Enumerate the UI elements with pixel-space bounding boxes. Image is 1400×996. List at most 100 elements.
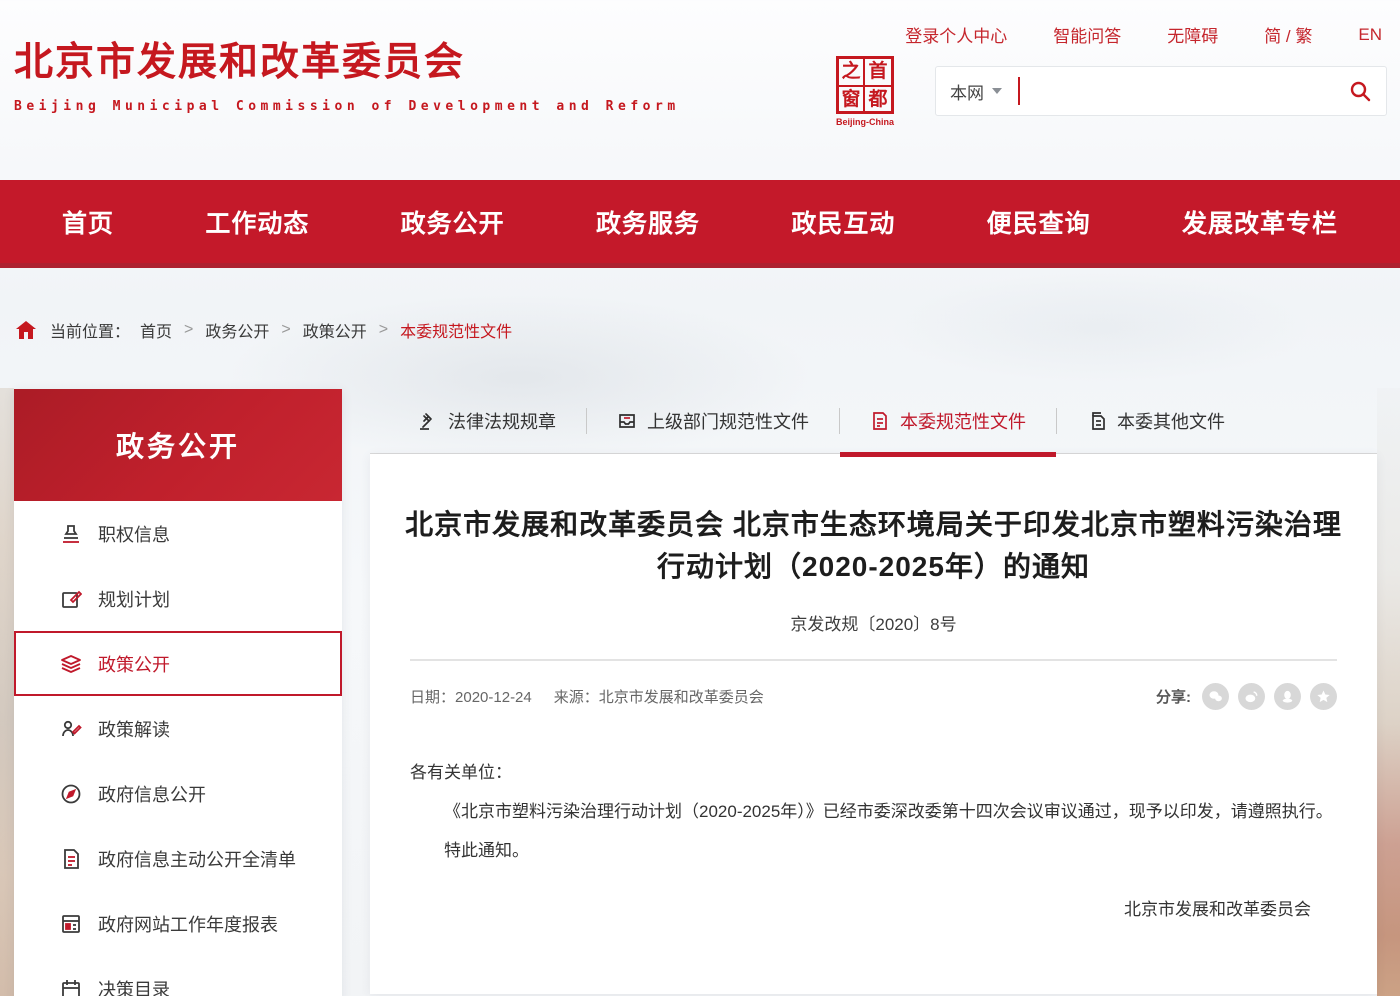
share-qzone-button[interactable] <box>1310 683 1337 710</box>
accessibility-link[interactable]: 无障碍 <box>1167 22 1218 47</box>
share-weibo-button[interactable] <box>1238 683 1265 710</box>
search-bar: 本网 <box>935 66 1387 116</box>
source-field: 来源：北京市发展和改革委员会 <box>554 686 764 707</box>
tab-label: 本委其他文件 <box>1117 408 1225 434</box>
search-button[interactable] <box>1348 79 1372 103</box>
person-edit-icon <box>60 718 82 740</box>
document-type-tabs: 法律法规规章 上级部门规范性文件 本委规范性文件 本 <box>370 389 1377 454</box>
divider <box>410 659 1337 661</box>
report-icon <box>60 913 82 935</box>
breadcrumb-current[interactable]: 本委规范性文件 <box>400 318 512 342</box>
inbox-icon <box>617 411 637 431</box>
tab-label: 上级部门规范性文件 <box>647 408 809 434</box>
tab-commission-normative-docs[interactable]: 本委规范性文件 <box>840 389 1056 454</box>
nav-item-gov-disclosure[interactable]: 政务公开 <box>401 204 505 240</box>
search-scope-label: 本网 <box>950 79 984 104</box>
search-icon <box>1348 79 1372 103</box>
sidebar-item-website-annual-report[interactable]: 政府网站工作年度报表 <box>14 891 342 956</box>
seal-char: 之 <box>839 59 865 87</box>
english-link[interactable]: EN <box>1358 25 1382 45</box>
share-wechat-button[interactable] <box>1202 683 1229 710</box>
sidebar: 政务公开 职权信息 规划计划 政策公开 政策解读 <box>14 389 342 996</box>
nav-item-gov-services[interactable]: 政务服务 <box>596 204 700 240</box>
document-icon <box>60 848 82 870</box>
source-label: 来源： <box>554 689 599 706</box>
source-value: 北京市发展和改革委员会 <box>599 689 764 706</box>
simplified-traditional-toggle[interactable]: 简 / 繁 <box>1264 22 1312 47</box>
search-scope-dropdown[interactable]: 本网 <box>950 79 1002 104</box>
search-divider <box>1018 77 1020 105</box>
sidebar-item-policy-interpretation[interactable]: 政策解读 <box>14 696 342 761</box>
salutation: 各有关单位： <box>410 756 1337 791</box>
weibo-icon <box>1244 689 1259 704</box>
sidebar-item-label: 政府信息主动公开全清单 <box>98 846 296 872</box>
seal-caption: Beijing-China <box>833 117 897 127</box>
qq-icon <box>1280 689 1295 704</box>
sidebar-item-label: 政策解读 <box>98 716 170 742</box>
sidebar-item-decision-catalog[interactable]: 决策目录 <box>14 956 342 996</box>
sidebar-item-label: 政策公开 <box>98 651 170 677</box>
edit-icon <box>60 588 82 610</box>
compass-icon <box>60 783 82 805</box>
chevron-down-icon <box>992 88 1002 94</box>
breadcrumb-separator: > <box>379 321 388 339</box>
closing-paragraph: 特此通知。 <box>410 834 1337 869</box>
search-input[interactable] <box>1034 67 1348 115</box>
tab-label: 法律法规规章 <box>448 408 556 434</box>
article-meta-row: 日期：2020-12-24 来源：北京市发展和改革委员会 分享: <box>410 683 1337 710</box>
tab-laws-regulations[interactable]: 法律法规规章 <box>388 389 586 454</box>
nav-item-convenient-query[interactable]: 便民查询 <box>987 204 1091 240</box>
breadcrumb-home[interactable]: 首页 <box>140 318 172 342</box>
share-qq-button[interactable] <box>1274 683 1301 710</box>
sidebar-item-label: 规划计划 <box>98 586 170 612</box>
nav-item-work-news[interactable]: 工作动态 <box>205 204 309 240</box>
date-field: 日期：2020-12-24 <box>410 686 532 707</box>
sidebar-item-policy-disclosure[interactable]: 政策公开 <box>14 631 342 696</box>
sidebar-item-planning[interactable]: 规划计划 <box>14 566 342 631</box>
utility-links: 登录个人中心 智能问答 无障碍 简 / 繁 EN <box>905 22 1382 47</box>
date-value: 2020-12-24 <box>455 689 532 706</box>
breadcrumb-gov-disclosure[interactable]: 政务公开 <box>205 318 269 342</box>
calendar-icon <box>60 978 82 996</box>
nav-item-interaction[interactable]: 政民互动 <box>791 204 895 240</box>
stamp-icon <box>60 523 82 545</box>
breadcrumb-label: 当前位置： <box>50 318 130 342</box>
site-header: 北京市发展和改革委员会 Beijing Municipal Commission… <box>0 0 1400 180</box>
breadcrumb-policy-disclosure[interactable]: 政策公开 <box>303 318 367 342</box>
seal-char: 都 <box>865 87 891 113</box>
sidebar-item-gov-info-disclosure[interactable]: 政府信息公开 <box>14 761 342 826</box>
main-column: 法律法规规章 上级部门规范性文件 本委规范性文件 本 <box>370 389 1377 994</box>
sidebar-item-authority-info[interactable]: 职权信息 <box>14 501 342 566</box>
capital-window-seal-logo[interactable]: 之 首 窗 都 Beijing-China <box>833 56 897 127</box>
share-bar: 分享: <box>1156 683 1337 710</box>
layers-icon <box>60 653 82 675</box>
sidebar-item-label: 政府信息公开 <box>98 781 206 807</box>
site-logo[interactable]: 北京市发展和改革委员会 Beijing Municipal Commission… <box>14 42 680 114</box>
main-nav: 首页 工作动态 政务公开 政务服务 政民互动 便民查询 发展改革专栏 <box>0 180 1400 268</box>
share-label: 分享: <box>1156 686 1191 707</box>
nav-item-home[interactable]: 首页 <box>62 204 114 240</box>
signature: 北京市发展和改革委员会 <box>400 895 1311 920</box>
qzone-icon <box>1316 689 1331 704</box>
nav-item-reform-column[interactable]: 发展改革专栏 <box>1182 204 1338 240</box>
sidebar-title: 政务公开 <box>14 389 342 501</box>
tab-commission-other-docs[interactable]: 本委其他文件 <box>1057 389 1255 454</box>
article-title: 北京市发展和改革委员会 北京市生态环境局关于印发北京市塑料污染治理行动计划（20… <box>400 504 1347 588</box>
docs-icon <box>1087 411 1107 431</box>
smart-qa-link[interactable]: 智能问答 <box>1053 22 1121 47</box>
article-body: 各有关单位： 《北京市塑料污染治理行动计划（2020-2025年）》已经市委深改… <box>410 756 1337 869</box>
doc-red-icon <box>870 411 890 431</box>
body-paragraph: 《北京市塑料污染治理行动计划（2020-2025年）》已经市委深改委第十四次会议… <box>410 795 1337 830</box>
sidebar-item-proactive-disclosure-list[interactable]: 政府信息主动公开全清单 <box>14 826 342 891</box>
sidebar-item-label: 职权信息 <box>98 521 170 547</box>
content-area: 政务公开 职权信息 规划计划 政策公开 政策解读 <box>14 389 1377 996</box>
login-personal-center-link[interactable]: 登录个人中心 <box>905 22 1007 47</box>
seal-icon: 之 首 窗 都 <box>836 56 894 114</box>
wechat-icon <box>1208 689 1223 704</box>
gavel-icon <box>418 411 438 431</box>
sidebar-item-label: 政府网站工作年度报表 <box>98 911 278 937</box>
tab-superior-normative-docs[interactable]: 上级部门规范性文件 <box>587 389 839 454</box>
tab-label: 本委规范性文件 <box>900 408 1026 434</box>
sidebar-title-label: 政务公开 <box>116 425 240 465</box>
article-card: 北京市发展和改革委员会 北京市生态环境局关于印发北京市塑料污染治理行动计划（20… <box>370 454 1377 994</box>
